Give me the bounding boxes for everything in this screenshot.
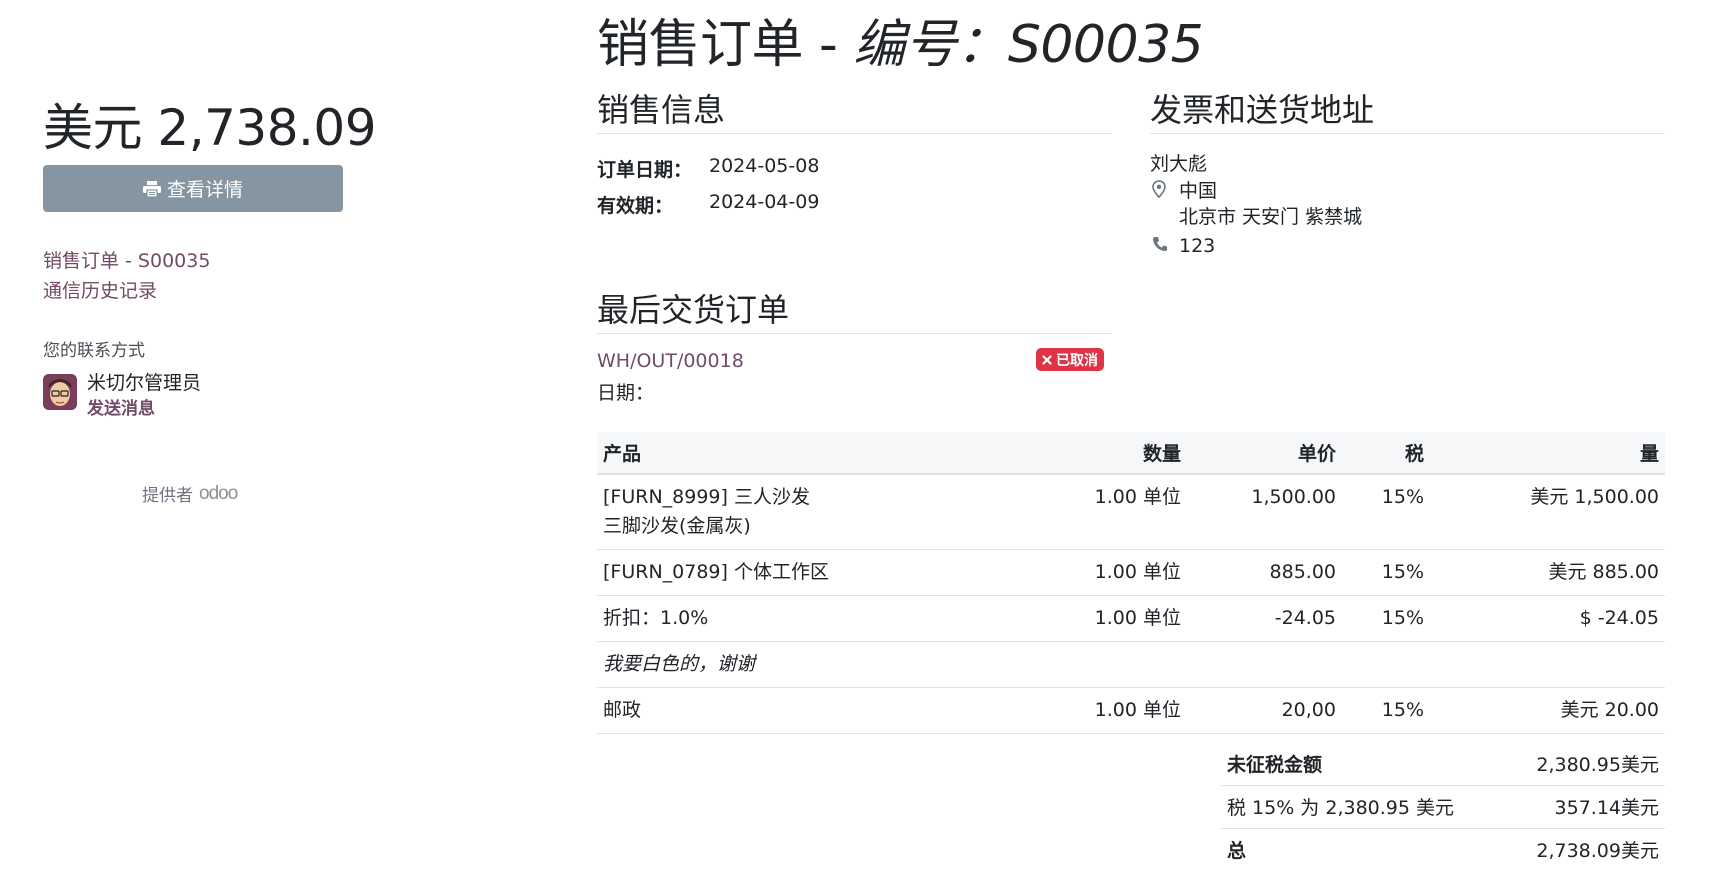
- col-amount: 量: [1430, 432, 1665, 475]
- user-avatar-icon: [43, 374, 77, 410]
- order-date-value: 2024-05-08: [709, 155, 820, 177]
- validity-label: 有效期：: [597, 195, 674, 217]
- col-tax: 税: [1342, 432, 1430, 475]
- line-amount: 美元 885.00: [1430, 549, 1665, 596]
- close-icon: [1042, 354, 1052, 365]
- total-label: 总: [1227, 840, 1247, 863]
- line-tax: 15%: [1342, 595, 1430, 642]
- cancelled-badge-label: 已取消: [1056, 352, 1098, 369]
- table-header-row: 产品 数量 单价 税 量: [597, 432, 1665, 475]
- tax-row: 税 15% 为 2,380.95 美元 357.14美元: [1221, 785, 1665, 829]
- phone-icon: [1153, 237, 1167, 251]
- delivery-title: 最后交货订单: [597, 291, 790, 329]
- address-street: 北京市 天安门 紫禁城: [1179, 206, 1363, 228]
- tax-value: 357.14美元: [1505, 785, 1665, 829]
- validity-value: 2024-04-09: [709, 191, 820, 213]
- page-title: 销售订单 - 编号：S00035: [597, 12, 1204, 78]
- line-quantity: 1.00 单位: [1047, 474, 1187, 550]
- totals-table: 未征税金额 2,380.95美元 税 15% 为 2,380.95 美元 357…: [1221, 742, 1665, 871]
- sales-info-title: 销售信息: [597, 91, 726, 129]
- order-lines-table: 产品 数量 单价 税 量 [FURN_8999] 三人沙发 三脚沙发(金属灰) …: [597, 432, 1665, 734]
- line-amount: 美元 20.00: [1430, 687, 1665, 734]
- order-date-label: 订单日期：: [597, 159, 693, 181]
- table-row: 邮政 1.00 单位 20,00 15% 美元 20.00: [597, 687, 1665, 734]
- address-title: 发票和送货地址: [1150, 91, 1375, 129]
- col-product: 产品: [597, 432, 1047, 475]
- address-country: 中国: [1179, 180, 1218, 202]
- delivery-divider: [597, 333, 1112, 334]
- line-unit-price: 1,500.00: [1187, 474, 1342, 550]
- sales-order-link[interactable]: 销售订单 - S00035: [43, 246, 210, 273]
- line-unit-price: 20,00: [1187, 687, 1342, 734]
- map-marker-icon: [1152, 180, 1166, 198]
- line-product-name: 邮政: [597, 687, 1047, 734]
- customer-name: 刘大彪: [1150, 153, 1208, 175]
- table-row: [FURN_0789] 个体工作区 1.00 单位 885.00 15% 美元 …: [597, 549, 1665, 596]
- table-row: [FURN_8999] 三人沙发 三脚沙发(金属灰) 1.00 单位 1,500…: [597, 474, 1665, 550]
- phone-number: 123: [1179, 235, 1216, 257]
- order-total-amount: 美元 2,738.09: [43, 99, 377, 157]
- line-tax: 15%: [1342, 549, 1430, 596]
- total-row: 总 2,738.09美元: [1221, 828, 1665, 871]
- contact-label: 您的联系方式: [43, 341, 145, 361]
- address-divider: [1150, 133, 1665, 134]
- communication-history-link[interactable]: 通信历史记录: [43, 276, 157, 303]
- avatar: [43, 374, 77, 410]
- line-quantity: 1.00 单位: [1047, 595, 1187, 642]
- line-tax: 15%: [1342, 687, 1430, 734]
- untaxed-value: 2,380.95美元: [1505, 742, 1665, 786]
- delivery-date-label: 日期：: [597, 382, 655, 404]
- line-tax: 15%: [1342, 474, 1430, 550]
- table-row-note: 我要白色的，谢谢: [597, 641, 1665, 688]
- view-details-label: 查看详情: [166, 179, 243, 201]
- line-unit-price: 885.00: [1187, 549, 1342, 596]
- page-title-number: 编号：S00035: [853, 15, 1204, 75]
- line-quantity: 1.00 单位: [1047, 687, 1187, 734]
- line-product-name: [FURN_0789] 个体工作区: [597, 549, 1047, 596]
- col-unit-price: 单价: [1187, 432, 1342, 475]
- line-product-name: [FURN_8999] 三人沙发: [603, 486, 810, 508]
- line-product: [FURN_8999] 三人沙发 三脚沙发(金属灰): [597, 474, 1047, 550]
- powered-by-label: 提供者: [142, 486, 193, 506]
- odoo-logo[interactable]: odoo: [199, 483, 238, 505]
- view-details-button[interactable]: 查看详情: [43, 165, 343, 212]
- line-quantity: 1.00 单位: [1047, 549, 1187, 596]
- delivery-reference-link[interactable]: WH/OUT/00018: [597, 350, 744, 372]
- line-amount: 美元 1,500.00: [1430, 474, 1665, 550]
- powered-by: 提供者 odoo: [142, 481, 238, 507]
- col-quantity: 数量: [1047, 432, 1187, 475]
- sales-info-divider: [597, 133, 1112, 134]
- tax-label: 税 15% 为 2,380.95 美元: [1221, 785, 1506, 829]
- contact-name: 米切尔管理员: [87, 372, 202, 394]
- line-unit-price: -24.05: [1187, 595, 1342, 642]
- line-product-name: 折扣：1.0%: [597, 595, 1047, 642]
- line-product-description: 三脚沙发(金属灰): [603, 515, 751, 537]
- printer-icon: [142, 180, 161, 197]
- line-amount: $ -24.05: [1430, 595, 1665, 642]
- table-row: 折扣：1.0% 1.00 单位 -24.05 15% $ -24.05: [597, 595, 1665, 642]
- total-value: 2,738.09美元: [1536, 840, 1659, 863]
- cancelled-badge: 已取消: [1036, 348, 1104, 371]
- send-message-link[interactable]: 发送消息: [87, 394, 155, 419]
- line-note: 我要白色的，谢谢: [597, 641, 1665, 688]
- untaxed-label: 未征税金额: [1221, 742, 1506, 786]
- untaxed-row: 未征税金额 2,380.95美元: [1221, 742, 1665, 786]
- page-title-prefix: 销售订单 -: [597, 15, 854, 75]
